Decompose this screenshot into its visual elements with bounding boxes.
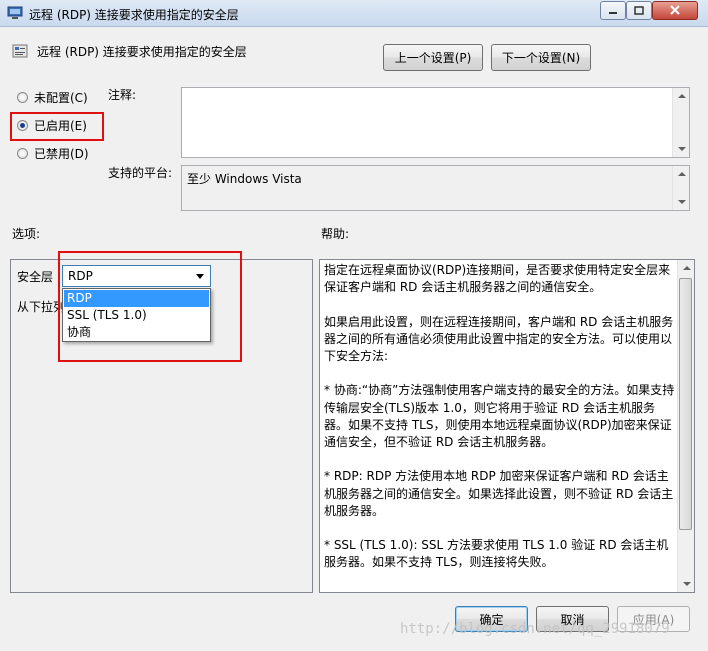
maximize-icon [634, 4, 644, 18]
help-paragraph: 如果启用此设置，则在远程连接期间，客户端和 RD 会话主机服务器之间的所有通信必… [324, 314, 674, 363]
help-label: 帮助: [321, 227, 350, 241]
policy-window-icon [7, 6, 23, 20]
help-panel: 指定在远程桌面协议(RDP)连接期间，是否要求使用特定安全层来保证客户端和 RD… [319, 259, 695, 593]
scroll-up-icon[interactable] [678, 94, 686, 98]
comment-label: 注释: [108, 88, 137, 102]
annotation-highlight-enabled [10, 112, 104, 141]
help-scrollbar[interactable] [677, 260, 694, 592]
policy-setting-icon [12, 43, 28, 59]
platform-textbox: 至少 Windows Vista [181, 165, 690, 211]
scroll-down-icon[interactable] [678, 147, 686, 151]
radio-label: 未配置(C) [34, 90, 88, 105]
help-paragraph: * 协商:“协商”方法强制使用客户端支持的最安全的方法。如果支持传输层安全(TL… [324, 383, 675, 449]
help-text: 指定在远程桌面协议(RDP)连接期间，是否要求使用特定安全层来保证客户端和 RD… [324, 262, 676, 589]
minimize-icon [608, 4, 618, 18]
maximize-button[interactable] [626, 1, 652, 20]
radio-circle [17, 91, 28, 103]
help-paragraph: 指定在远程桌面协议(RDP)连接期间，是否要求使用特定安全层来保证客户端和 RD… [324, 263, 671, 295]
scrollbar-thumb[interactable] [679, 278, 692, 530]
options-label: 选项: [12, 227, 41, 241]
help-paragraph: * SSL (TLS 1.0): SSL 方法要求使用 TLS 1.0 验证 R… [324, 538, 669, 570]
platform-scrollbar[interactable] [672, 166, 689, 210]
title-bar[interactable]: 远程 (RDP) 连接要求使用指定的安全层 [0, 0, 708, 27]
security-layer-label: 安全层 [17, 270, 54, 284]
scroll-up-icon[interactable] [683, 266, 691, 270]
help-paragraph: * RDP: RDP 方法使用本地 RDP 加密来保证客户端和 RD 会话主机服… [324, 469, 674, 518]
radio-not-configured[interactable]: 未配置(C) [17, 89, 88, 105]
radio-circle [17, 147, 28, 159]
scroll-down-icon[interactable] [683, 582, 691, 586]
window-title: 远程 (RDP) 连接要求使用指定的安全层 [29, 8, 239, 22]
watermark: http://blog.csdn.net/qq_29918079 [400, 621, 670, 637]
platform-value: 至少 Windows Vista [187, 172, 302, 186]
scroll-down-icon[interactable] [678, 200, 686, 204]
close-icon [669, 4, 681, 18]
scroll-up-icon[interactable] [678, 172, 686, 176]
comment-scrollbar[interactable] [672, 88, 689, 157]
platform-label: 支持的平台: [108, 166, 173, 180]
close-button[interactable] [652, 1, 698, 20]
comment-textarea[interactable] [181, 87, 690, 158]
minimize-button[interactable] [600, 1, 626, 20]
next-setting-button[interactable]: 下一个设置(N) [491, 44, 591, 71]
policy-title: 远程 (RDP) 连接要求使用指定的安全层 [37, 45, 247, 59]
radio-disabled[interactable]: 已禁用(D) [17, 145, 89, 161]
annotation-highlight-dropdown [58, 251, 242, 362]
radio-label: 已禁用(D) [34, 146, 89, 161]
previous-setting-button[interactable]: 上一个设置(P) [383, 44, 483, 71]
